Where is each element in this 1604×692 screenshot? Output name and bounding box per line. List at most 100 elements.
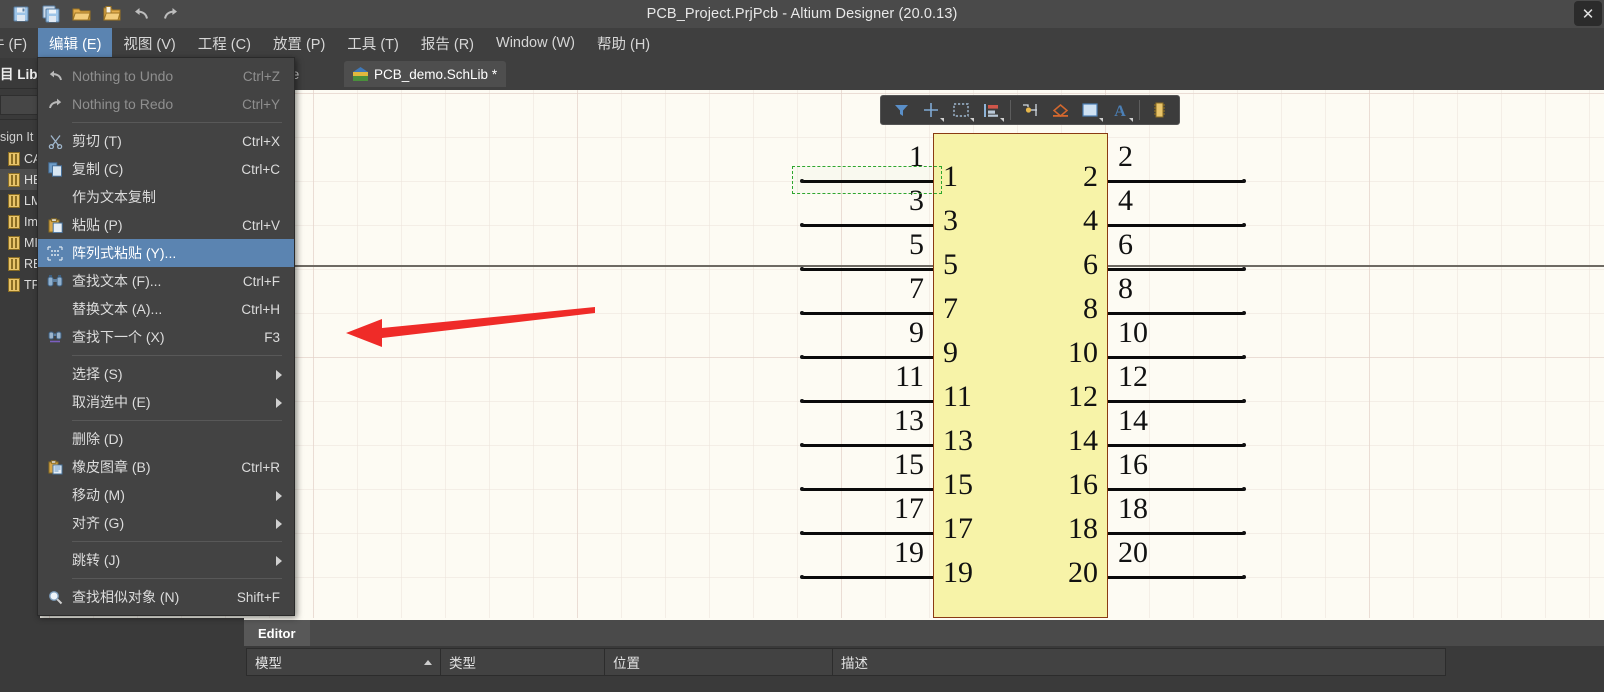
copy-icon bbox=[38, 155, 72, 183]
save-icon[interactable] bbox=[8, 3, 34, 25]
chevron-down-icon[interactable] bbox=[1099, 118, 1103, 122]
menu-place[interactable]: 放置 (P) bbox=[262, 28, 336, 58]
menu-item-find-text[interactable]: 查找文本 (F)... Ctrl+F bbox=[38, 267, 294, 295]
crosshair-icon[interactable] bbox=[917, 98, 945, 122]
place-component-icon[interactable] bbox=[1145, 98, 1173, 122]
redo-icon[interactable] bbox=[158, 3, 184, 25]
menu-item-align[interactable]: 对齐 (G) bbox=[38, 509, 294, 537]
undo-icon[interactable] bbox=[128, 3, 154, 25]
pin-wire-right-2[interactable] bbox=[1108, 180, 1244, 183]
menu-item-jump[interactable]: 跳转 (J) bbox=[38, 546, 294, 574]
menu-item-find-next[interactable]: 查找下一个 (X) F3 bbox=[38, 323, 294, 351]
chevron-down-icon[interactable] bbox=[940, 118, 944, 122]
menu-item-rubber-stamp[interactable]: 橡皮图章 (B) Ctrl+R bbox=[38, 453, 294, 481]
pin-wire-left-5[interactable] bbox=[802, 268, 933, 271]
ic-chip-icon bbox=[8, 151, 20, 166]
paste-icon bbox=[38, 211, 72, 239]
menu-reports[interactable]: 报告 (R) bbox=[410, 28, 485, 58]
menu-item-redo[interactable]: Nothing to Redo Ctrl+Y bbox=[38, 90, 294, 118]
save-all-icon[interactable] bbox=[38, 3, 64, 25]
pin-wire-left-15[interactable] bbox=[802, 488, 933, 491]
pin-wire-left-7[interactable] bbox=[802, 312, 933, 315]
menu-item-label: Nothing to Redo bbox=[72, 96, 174, 112]
component-list-item-res[interactable]: RES bbox=[0, 253, 40, 274]
column-header-location[interactable]: 位置 bbox=[605, 649, 833, 675]
menu-tools[interactable]: 工具 (T) bbox=[336, 28, 410, 58]
menu-item-cut[interactable]: 剪切 (T) Ctrl+X bbox=[38, 127, 294, 155]
align-icon[interactable] bbox=[977, 98, 1005, 122]
pin-endpoint bbox=[1242, 399, 1246, 403]
menu-item-move[interactable]: 移动 (M) bbox=[38, 481, 294, 509]
pin-wire-right-18[interactable] bbox=[1108, 532, 1244, 535]
pin-designator-left: 13 bbox=[894, 404, 924, 437]
place-polygon-icon[interactable] bbox=[1046, 98, 1074, 122]
pin-wire-right-14[interactable] bbox=[1108, 444, 1244, 447]
component-list-item-mi[interactable]: MI bbox=[0, 232, 40, 253]
chevron-down-icon[interactable] bbox=[1129, 118, 1133, 122]
menu-view[interactable]: 视图 (V) bbox=[112, 28, 186, 58]
pin-wire-left-11[interactable] bbox=[802, 400, 933, 403]
pin-wire-right-12[interactable] bbox=[1108, 400, 1244, 403]
pin-wire-left-9[interactable] bbox=[802, 356, 933, 359]
pin-wire-right-6[interactable] bbox=[1108, 268, 1244, 271]
menu-item-deselect[interactable]: 取消选中 (E) bbox=[38, 388, 294, 416]
component-list-item-ca[interactable]: CA bbox=[0, 148, 40, 169]
pin-designator-right: 4 bbox=[1118, 184, 1133, 217]
menu-item-delete[interactable]: 删除 (D) bbox=[38, 425, 294, 453]
sort-ascending-icon[interactable] bbox=[424, 660, 432, 665]
menu-item-paste[interactable]: 粘贴 (P) Ctrl+V bbox=[38, 211, 294, 239]
tab-label: PCB_demo.SchLib * bbox=[374, 66, 498, 82]
model-table-header: 模型 类型 位置 描述 bbox=[246, 648, 1446, 676]
place-rectangle-icon[interactable] bbox=[1076, 98, 1104, 122]
pin-wire-right-4[interactable] bbox=[1108, 224, 1244, 227]
column-header-description[interactable]: 描述 bbox=[833, 649, 1445, 675]
menu-help[interactable]: 帮助 (H) bbox=[586, 28, 661, 58]
column-header-model[interactable]: 模型 bbox=[247, 649, 441, 675]
marquee-select-icon[interactable] bbox=[947, 98, 975, 122]
pin-wire-left-13[interactable] bbox=[802, 444, 933, 447]
pin-wire-right-20[interactable] bbox=[1108, 576, 1244, 579]
submenu-arrow-icon bbox=[276, 556, 282, 566]
close-icon[interactable]: ✕ bbox=[1574, 1, 1602, 26]
component-list-item-tps[interactable]: TPS bbox=[0, 274, 40, 295]
pin-designator-left: 5 bbox=[909, 228, 924, 261]
menu-item-find-similar-objects[interactable]: 查找相似对象 (N) Shift+F bbox=[38, 583, 294, 611]
panel-search-input[interactable] bbox=[0, 95, 40, 115]
menu-item-copy-as-text[interactable]: 作为文本复制 bbox=[38, 183, 294, 211]
pin-wire-left-3[interactable] bbox=[802, 224, 933, 227]
tab-editor[interactable]: Editor bbox=[244, 620, 310, 646]
ic-chip-icon bbox=[8, 214, 20, 229]
pin-wire-right-8[interactable] bbox=[1108, 312, 1244, 315]
place-pin-icon[interactable] bbox=[1016, 98, 1044, 122]
menu-item-undo[interactable]: Nothing to Undo Ctrl+Z bbox=[38, 62, 294, 90]
menu-item-label: 取消选中 (E) bbox=[72, 394, 151, 410]
magnifier-icon bbox=[38, 583, 72, 611]
component-list-item-ima[interactable]: Ima bbox=[0, 211, 40, 232]
menu-item-select[interactable]: 选择 (S) bbox=[38, 360, 294, 388]
chevron-down-icon[interactable] bbox=[970, 118, 974, 122]
menu-edit[interactable]: 编辑 (E) bbox=[38, 28, 113, 58]
component-list-item-he[interactable]: HE bbox=[0, 169, 40, 190]
menu-project[interactable]: 工程 (C) bbox=[187, 28, 262, 58]
menu-item-replace-text[interactable]: 替换文本 (A)... Ctrl+H bbox=[38, 295, 294, 323]
menu-item-shortcut: Ctrl+V bbox=[242, 217, 280, 233]
menu-window[interactable]: Window (W) bbox=[485, 28, 586, 58]
open-folder-icon[interactable] bbox=[68, 3, 94, 25]
open-project-icon[interactable] bbox=[98, 3, 124, 25]
pin-wire-left-19[interactable] bbox=[802, 576, 933, 579]
column-header-type[interactable]: 类型 bbox=[441, 649, 605, 675]
chevron-down-icon[interactable] bbox=[1000, 118, 1004, 122]
place-text-icon[interactable]: A bbox=[1106, 98, 1134, 122]
pin-wire-right-16[interactable] bbox=[1108, 488, 1244, 491]
filter-icon[interactable] bbox=[887, 98, 915, 122]
pin-designator-left: 17 bbox=[894, 492, 924, 525]
pin-wire-right-10[interactable] bbox=[1108, 356, 1244, 359]
tab-pcb-demo-schlib[interactable]: PCB_demo.SchLib * bbox=[344, 61, 507, 87]
menu-file[interactable]: 件 (F) bbox=[0, 28, 38, 58]
pin-wire-left-17[interactable] bbox=[802, 532, 933, 535]
submenu-arrow-icon bbox=[276, 370, 282, 380]
menu-item-array-paste[interactable]: 阵列式粘贴 (Y)... bbox=[38, 239, 294, 267]
menu-item-copy[interactable]: 复制 (C) Ctrl+C bbox=[38, 155, 294, 183]
component-list-item-lm[interactable]: LM bbox=[0, 190, 40, 211]
pin-endpoint bbox=[800, 399, 804, 403]
